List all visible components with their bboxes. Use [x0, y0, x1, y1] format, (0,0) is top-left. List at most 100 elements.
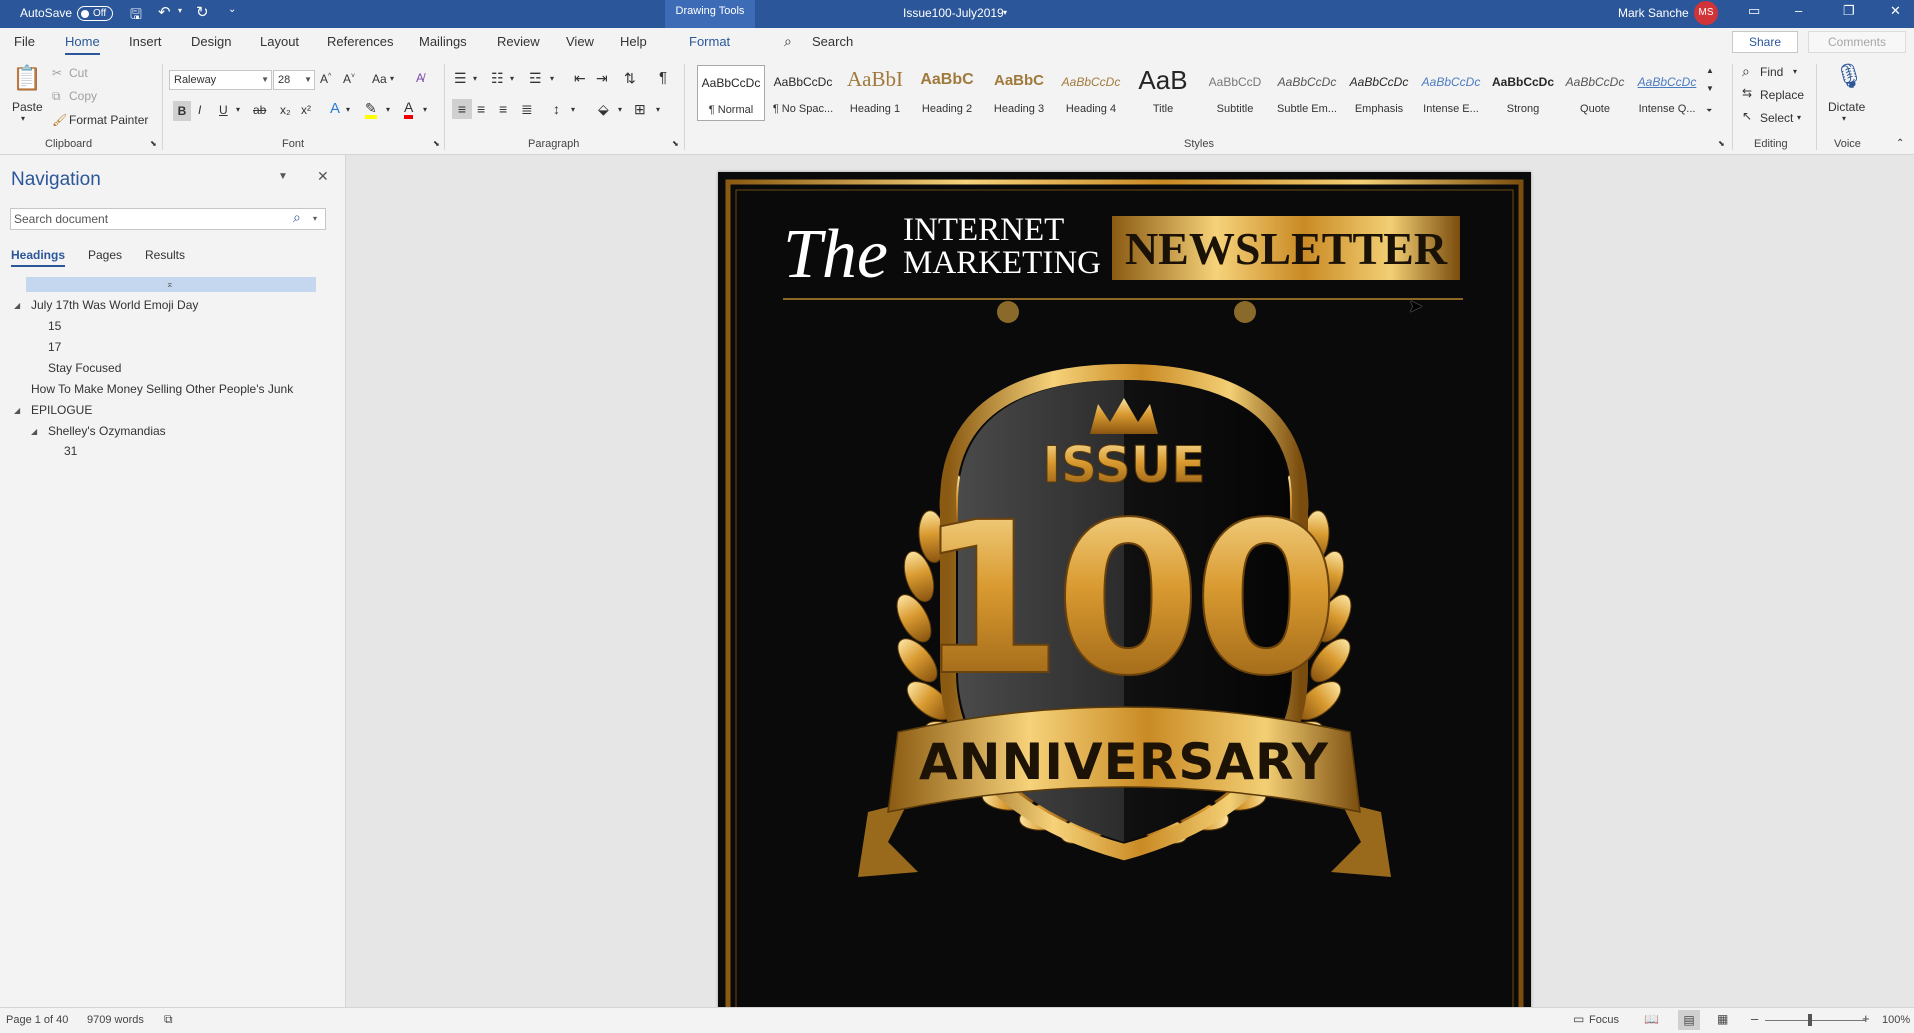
comments-button[interactable]: Comments: [1808, 31, 1906, 53]
align-right-icon[interactable]: ≡: [499, 101, 507, 117]
tell-me-search[interactable]: Search: [812, 34, 853, 49]
zoom-out-icon[interactable]: –: [1751, 1011, 1758, 1026]
proofing-icon[interactable]: ⧉: [164, 1012, 173, 1027]
style-quote[interactable]: AaBbCcDc Quote: [1561, 65, 1629, 121]
format-painter-icon[interactable]: 🖌: [52, 113, 67, 127]
search-icon[interactable]: ⌕: [784, 33, 792, 50]
paragraph-launcher-icon[interactable]: ⬊: [672, 139, 679, 148]
style-heading-2[interactable]: AaBbC Heading 2: [913, 65, 981, 121]
style-title[interactable]: AaB Title: [1129, 65, 1197, 121]
clear-formatting-icon[interactable]: A̸: [416, 71, 424, 85]
dictate-button[interactable]: Dictate: [1828, 100, 1865, 114]
nav-heading-item[interactable]: July 17th Was World Emoji Day: [31, 298, 198, 312]
expand-triangle-icon[interactable]: ◢: [31, 427, 37, 436]
zoom-slider-track[interactable]: [1765, 1020, 1865, 1021]
title-dropdown-icon[interactable]: ▾: [1003, 8, 1007, 17]
text-effects-icon[interactable]: A: [330, 100, 340, 117]
underline-dropdown-icon[interactable]: ▾: [236, 105, 240, 114]
subscript-button[interactable]: x₂: [280, 103, 291, 117]
format-painter-button[interactable]: Format Painter: [69, 113, 148, 127]
font-name-combo[interactable]: Raleway ▼: [169, 70, 272, 90]
paste-button[interactable]: Paste: [12, 100, 43, 114]
shrink-font-icon[interactable]: A˅: [343, 72, 355, 86]
nav-heading-item[interactable]: 15: [48, 319, 61, 333]
borders-icon[interactable]: ⊞: [634, 101, 646, 118]
zoom-in-icon[interactable]: +: [1862, 1011, 1870, 1026]
focus-icon[interactable]: ▭: [1573, 1012, 1584, 1026]
style-subtitle[interactable]: AaBbCcD Subtitle: [1201, 65, 1269, 121]
save-icon[interactable]: 🖫: [130, 4, 142, 28]
replace-button[interactable]: Replace: [1760, 88, 1804, 102]
tab-view[interactable]: View: [566, 34, 594, 49]
dictate-dropdown-icon[interactable]: ▾: [1842, 114, 1846, 123]
shading-dropdown-icon[interactable]: ▾: [618, 105, 622, 114]
style-no-spacing[interactable]: AaBbCcDc ¶ No Spac...: [769, 65, 837, 121]
find-icon[interactable]: ⌕: [1742, 63, 1750, 80]
tab-home[interactable]: Home: [65, 34, 100, 55]
read-mode-icon[interactable]: 📖: [1644, 1012, 1659, 1026]
user-name[interactable]: Mark Sanche: [1618, 6, 1689, 20]
document-title[interactable]: Issue100-July2019: [903, 6, 1004, 20]
style-intense-emphasis[interactable]: AaBbCcDc Intense E...: [1417, 65, 1485, 121]
undo-dropdown-icon[interactable]: ▾: [178, 6, 182, 15]
paste-icon[interactable]: 📋: [12, 64, 42, 94]
search-options-icon[interactable]: ▾: [313, 214, 317, 223]
font-size-combo[interactable]: 28 ▼: [273, 70, 315, 90]
styles-launcher-icon[interactable]: ⬊: [1718, 139, 1725, 148]
font-color-dropdown-icon[interactable]: ▾: [423, 105, 427, 114]
page-count[interactable]: Page 1 of 40: [6, 1014, 68, 1026]
select-button[interactable]: Select: [1760, 111, 1793, 125]
align-center-icon[interactable]: ≡: [477, 101, 485, 117]
tab-references[interactable]: References: [327, 34, 393, 49]
tab-format[interactable]: Format: [689, 34, 730, 49]
tab-headings[interactable]: Headings: [11, 248, 66, 267]
bold-button[interactable]: B: [173, 101, 191, 121]
nav-heading-item[interactable]: 31: [64, 444, 77, 458]
multilevel-list-icon[interactable]: ☲: [529, 70, 542, 87]
style-strong[interactable]: AaBbCcDc Strong: [1489, 65, 1557, 121]
bullets-icon[interactable]: ☰: [454, 70, 467, 87]
avatar[interactable]: MS: [1694, 1, 1718, 25]
search-icon[interactable]: ⌕: [293, 209, 301, 226]
justify-icon[interactable]: ≣: [521, 101, 533, 118]
style-intense-quote[interactable]: AaBbCcDc Intense Q...: [1633, 65, 1701, 121]
strikethrough-button[interactable]: ab: [253, 103, 266, 117]
numbering-dropdown-icon[interactable]: ▾: [510, 74, 514, 83]
borders-dropdown-icon[interactable]: ▾: [656, 105, 660, 114]
show-formatting-button[interactable]: ¶: [659, 69, 667, 86]
autosave-toggle[interactable]: Off: [77, 6, 113, 21]
bullets-dropdown-icon[interactable]: ▾: [473, 74, 477, 83]
line-spacing-dropdown-icon[interactable]: ▾: [571, 105, 575, 114]
tab-help[interactable]: Help: [620, 34, 647, 49]
collapse-ribbon-icon[interactable]: ⌃: [1896, 138, 1904, 149]
redo-icon[interactable]: ↻: [196, 3, 209, 21]
microphone-icon[interactable]: 🎙: [1834, 62, 1864, 91]
increase-indent-icon[interactable]: ⇥: [596, 70, 608, 87]
expand-triangle-icon[interactable]: ◢: [14, 406, 20, 415]
clipboard-launcher-icon[interactable]: ⬊: [150, 139, 157, 148]
customize-qat-icon[interactable]: ⌄: [228, 4, 236, 15]
find-dropdown-icon[interactable]: ▾: [1793, 67, 1797, 76]
restore-icon[interactable]: ❐: [1843, 3, 1855, 19]
highlight-dropdown-icon[interactable]: ▾: [386, 105, 390, 114]
web-layout-icon[interactable]: ▦: [1717, 1012, 1728, 1026]
copy-icon[interactable]: ⧉: [52, 89, 61, 104]
numbering-icon[interactable]: ☷: [491, 70, 504, 87]
sort-icon[interactable]: ⇅: [624, 70, 636, 87]
shading-icon[interactable]: ⬙: [598, 101, 609, 118]
close-icon[interactable]: ✕: [317, 168, 329, 185]
nav-heading-item[interactable]: 17: [48, 340, 61, 354]
select-dropdown-icon[interactable]: ▾: [1797, 113, 1801, 122]
cut-icon[interactable]: ✂: [52, 66, 62, 80]
zoom-slider-thumb[interactable]: [1808, 1014, 1812, 1026]
tab-mailings[interactable]: Mailings: [419, 34, 467, 49]
nav-heading-item[interactable]: EPILOGUE: [31, 403, 92, 417]
find-button[interactable]: Find: [1760, 65, 1783, 79]
nav-heading-item[interactable]: Shelley's Ozymandias: [48, 424, 166, 438]
style-subtle-emphasis[interactable]: AaBbCcDc Subtle Em...: [1273, 65, 1341, 121]
share-button[interactable]: Share: [1732, 31, 1798, 53]
replace-icon[interactable]: ⇆: [1742, 86, 1752, 100]
zoom-level[interactable]: 100%: [1882, 1014, 1910, 1026]
ribbon-display-icon[interactable]: ▭: [1748, 3, 1760, 19]
tab-design[interactable]: Design: [191, 34, 231, 49]
